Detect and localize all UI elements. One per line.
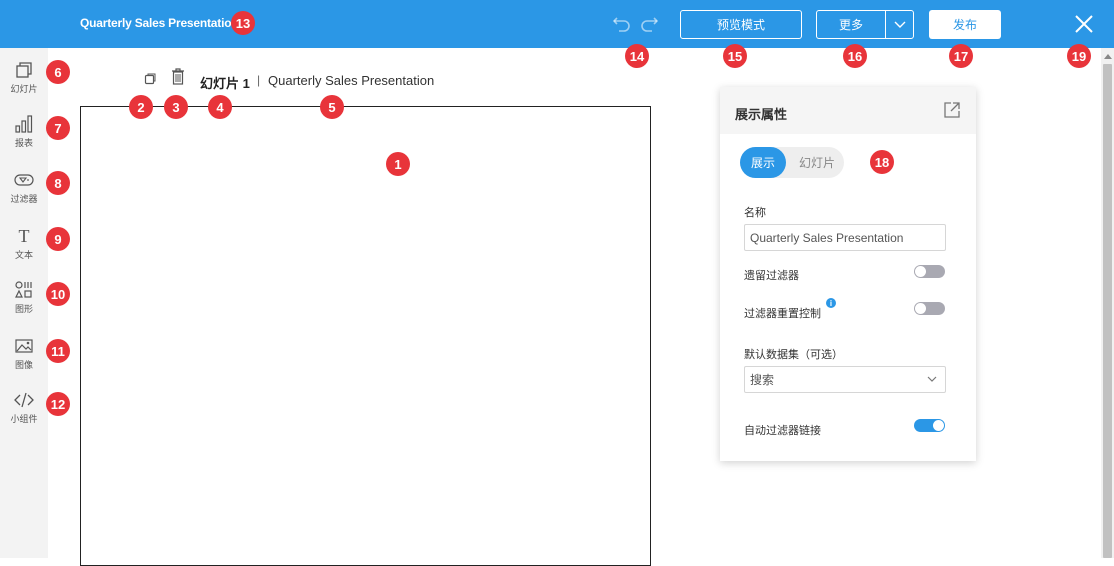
scroll-up-arrow-icon[interactable] [1104, 54, 1112, 59]
retain-filters-toggle[interactable] [914, 265, 945, 278]
vertical-scrollbar[interactable] [1101, 48, 1114, 558]
sidebar-item-widget[interactable]: 小组件 [0, 390, 48, 425]
annotation-badge: 1 [386, 152, 410, 176]
slide-canvas[interactable] [80, 106, 651, 566]
annotation-badge: 14 [625, 44, 649, 68]
toggle-knob [915, 266, 926, 277]
sidebar-item-label: 图形 [14, 304, 33, 314]
slide-name[interactable]: Quarterly Sales Presentation [268, 73, 434, 88]
code-widget-icon [14, 392, 34, 408]
toggle-knob [933, 420, 944, 431]
annotation-badge: 19 [1067, 44, 1091, 68]
panel-tab-switch: 展示 幻灯片 [740, 147, 844, 178]
close-icon[interactable] [1073, 13, 1095, 35]
bar-chart-icon [15, 115, 33, 133]
left-sidebar: 幻灯片 报表 过滤器 T 文本 图形 图像 小组件 [0, 48, 48, 558]
more-button[interactable]: 更多 [816, 10, 914, 39]
sidebar-item-image[interactable]: 图像 [0, 336, 48, 371]
redo-icon[interactable] [638, 13, 660, 33]
sidebar-item-report[interactable]: 报表 [0, 114, 48, 149]
annotation-badge: 2 [129, 95, 153, 119]
pop-out-icon[interactable] [943, 101, 961, 119]
more-label[interactable]: 更多 [817, 11, 886, 38]
sidebar-item-label: 小组件 [10, 414, 38, 424]
sidebar-item-filter[interactable]: 过滤器 [0, 170, 48, 205]
toggle-knob [915, 303, 926, 314]
annotation-badge: 8 [46, 171, 70, 195]
chevron-down-icon[interactable] [886, 11, 913, 38]
dataset-placeholder: 搜索 [750, 373, 775, 387]
tab-presentation[interactable]: 展示 [740, 147, 786, 178]
svg-text:T: T [19, 226, 30, 246]
sidebar-item-shapes[interactable]: 图形 [0, 280, 48, 315]
trash-icon[interactable] [171, 68, 185, 85]
sidebar-item-label: 图像 [14, 360, 33, 370]
image-icon [15, 339, 33, 353]
annotation-badge: 4 [208, 95, 232, 119]
slide-separator: | [257, 73, 261, 87]
properties-panel: 展示属性 展示 幻灯片 名称 Quarterly Sales Presentat… [720, 87, 976, 461]
sidebar-item-label: 报表 [14, 138, 33, 148]
scroll-thumb[interactable] [1103, 64, 1112, 558]
annotation-badge: 16 [843, 44, 867, 68]
auto-filter-link-label: 自动过滤器链接 [744, 425, 821, 437]
annotation-badge: 12 [46, 392, 70, 416]
annotation-badge: 7 [46, 116, 70, 140]
preview-mode-button[interactable]: 预览模式 [680, 10, 802, 39]
name-label: 名称 [744, 207, 766, 219]
panel-header: 展示属性 [720, 87, 976, 134]
annotation-badge: 13 [231, 11, 255, 35]
undo-icon[interactable] [611, 13, 633, 33]
annotation-badge: 3 [164, 95, 188, 119]
annotation-badge: 10 [46, 282, 70, 306]
publish-button[interactable]: 发布 [929, 10, 1001, 39]
sidebar-item-slides[interactable]: 幻灯片 [0, 60, 48, 95]
info-icon[interactable]: i [826, 298, 836, 308]
sidebar-item-label: 过滤器 [10, 194, 38, 204]
annotation-badge: 17 [949, 44, 973, 68]
sidebar-item-label: 幻灯片 [10, 84, 38, 94]
text-icon: T [19, 226, 30, 246]
dataset-select[interactable]: 搜索 [744, 366, 946, 393]
retain-filters-label: 遗留过滤器 [744, 270, 799, 282]
annotation-badge: 11 [46, 339, 70, 363]
slides-icon [16, 62, 32, 78]
annotation-badge: 15 [723, 44, 747, 68]
filter-reset-label: 过滤器重置控制 [744, 308, 821, 320]
annotation-badge: 5 [320, 95, 344, 119]
sidebar-item-label: 文本 [14, 250, 33, 260]
shapes-icon [15, 281, 32, 298]
tab-slide[interactable]: 幻灯片 [790, 147, 844, 178]
top-bar: Quarterly Sales Presentation 预览模式 更多 发布 [0, 0, 1114, 48]
name-field[interactable]: Quarterly Sales Presentation [744, 224, 946, 251]
annotation-badge: 6 [46, 60, 70, 84]
duplicate-icon[interactable] [144, 73, 156, 85]
slide-number: 幻灯片 1 [200, 76, 250, 91]
default-dataset-label: 默认数据集（可选） [744, 349, 843, 361]
sidebar-item-text[interactable]: T 文本 [0, 226, 48, 261]
filter-icon [14, 174, 34, 186]
app-title: Quarterly Sales Presentation [80, 16, 239, 30]
auto-filter-link-toggle[interactable] [914, 419, 945, 432]
annotation-badge: 18 [870, 150, 894, 174]
annotation-badge: 9 [46, 227, 70, 251]
filter-reset-toggle[interactable] [914, 302, 945, 315]
panel-title: 展示属性 [735, 107, 788, 122]
chevron-down-icon [927, 376, 937, 382]
